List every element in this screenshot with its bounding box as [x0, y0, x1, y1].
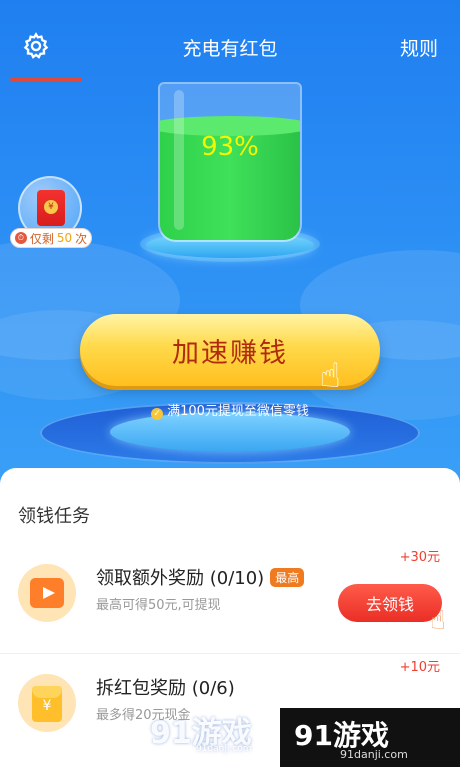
remaining-prefix: 仅剩 [29, 231, 54, 246]
task-reward: +30元 [399, 550, 440, 565]
battery-gauge: 93% [158, 82, 302, 242]
task-name-text: 领取额外奖励 (0/10) [96, 568, 265, 589]
watermark-logo: 91游戏 91danji.com [150, 708, 260, 762]
cta-label: 加速赚钱 [172, 337, 288, 369]
pointing-hand-icon: ☝ [430, 606, 446, 636]
top-bar: 充电有红包 规则 [0, 30, 460, 64]
task-desc: 最高可得50元,可提现 [96, 598, 221, 613]
red-envelope-icon: ¥ [32, 686, 62, 722]
task-icon-bg [18, 564, 76, 622]
page-title: 充电有红包 [182, 38, 278, 60]
withdraw-note-text: 满100元提现至微信零钱 [167, 404, 309, 419]
hero-section: 充电有红包 规则 93% ¥ ⏱ 仅剩 50 次 加速赚钱 ☝ ✓ 满100元提现至微… [0, 0, 460, 500]
video-icon [30, 578, 64, 608]
task-icon-bg: ¥ [18, 674, 76, 732]
red-envelope-icon: ¥ [37, 190, 65, 226]
section-title: 领钱任务 [18, 506, 90, 527]
task-name: 拆红包奖励 (0/6) [96, 678, 235, 699]
rules-link[interactable]: 规则 [400, 34, 438, 61]
watermark-subtext: 91danji.com [196, 744, 252, 754]
remaining-count: 50 [56, 231, 73, 245]
claim-money-button[interactable]: 去领钱 [338, 584, 442, 622]
check-icon: ✓ [151, 408, 164, 420]
withdraw-note: ✓ 满100元提现至微信零钱 [0, 400, 460, 420]
tab-indicator [10, 78, 82, 81]
pointing-hand-icon: ☝ [320, 356, 341, 396]
battery-percent: 93% [201, 132, 259, 162]
task-row: 领取额外奖励 (0/10) 最高 最高可得50元,可提现 +30元 去领钱 ☝ [0, 550, 460, 654]
clock-icon: ⏱ [14, 232, 27, 244]
watermark-subtext: 91danji.com [340, 748, 408, 761]
max-tag: 最高 [270, 568, 305, 587]
remaining-count-badge: ⏱ 仅剩 50 次 [10, 228, 92, 248]
remaining-suffix: 次 [75, 231, 88, 246]
task-reward: +10元 [399, 660, 440, 675]
watermark-banner: 91游戏 91danji.com [280, 708, 460, 767]
task-name: 领取额外奖励 (0/10) 最高 [96, 564, 305, 590]
coin-icon: ¥ [44, 200, 58, 214]
